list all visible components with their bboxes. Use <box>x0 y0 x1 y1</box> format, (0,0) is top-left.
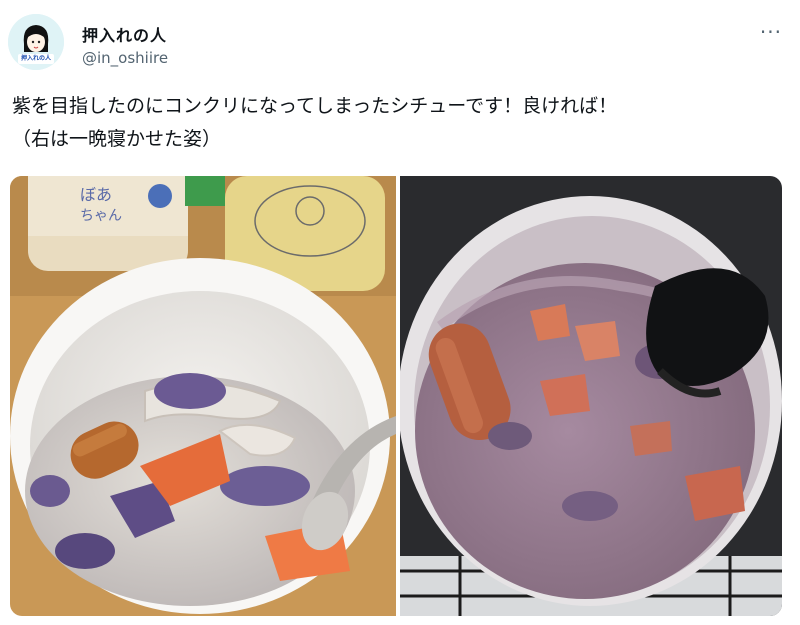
photo-left[interactable]: ぼあ ちゃん <box>10 176 396 616</box>
stew-photo-left: ぼあ ちゃん <box>10 176 396 616</box>
stew-photo-right <box>400 176 782 616</box>
avatar-label: 押入れの人 <box>20 55 51 62</box>
tweet-header: 押入れの人 押入れの人 @in_oshiire ··· <box>8 8 792 78</box>
avatar[interactable]: 押入れの人 <box>8 14 64 70</box>
tweet-text-line-1: 紫を目指したのにコンクリになってしまったシチューです！良ければ！ <box>12 95 618 117</box>
tweet-text-line-2: （右は一晩寝かせた姿） <box>12 128 222 150</box>
display-name[interactable]: 押入れの人 <box>82 22 167 46</box>
svg-text:ぼあ: ぼあ <box>80 185 112 204</box>
media-grid: ぼあ ちゃん <box>10 176 782 616</box>
more-options-icon[interactable]: ··· <box>760 20 782 44</box>
user-handle[interactable]: @in_oshiire <box>82 49 168 67</box>
tweet-text: 紫を目指したのにコンクリになってしまったシチューです！良ければ！ （右は一晩寝か… <box>12 90 782 156</box>
photo-right[interactable] <box>400 176 782 616</box>
svg-text:ちゃん: ちゃん <box>80 208 122 224</box>
